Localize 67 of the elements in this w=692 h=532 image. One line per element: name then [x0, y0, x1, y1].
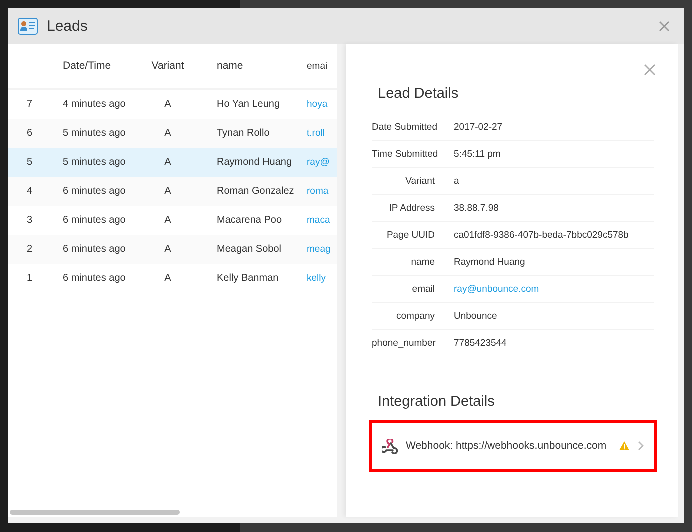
table-cell-text: 4: [26, 186, 34, 197]
table-row[interactable]: 7 4 minutes ago A Ho Yan Leung hoya: [8, 90, 337, 119]
table-cell-text: 1: [26, 273, 34, 284]
field-value: 2017-02-27: [454, 122, 504, 132]
chevron-right-icon: [638, 441, 644, 451]
table-cell-text: A: [164, 157, 172, 168]
table-row[interactable]: 2 6 minutes ago A Meagan Sobol meag: [8, 235, 337, 264]
table-cell-text: 2: [26, 244, 34, 255]
table-row[interactable]: 4 6 minutes ago A Roman Gonzalez roma: [8, 177, 337, 206]
table-cell-text: A: [164, 128, 172, 139]
field-label: name: [410, 256, 435, 268]
column-header: emai: [306, 60, 329, 72]
table-cell-text: 4 minutes ago: [63, 99, 127, 110]
field-label: phone_number: [372, 338, 435, 348]
table-cell-text: Ho Yan Leung: [216, 99, 282, 110]
column-header: name: [216, 60, 244, 72]
webhook-icon: [382, 438, 398, 454]
close-icon: [659, 21, 670, 32]
table-cell-text: A: [164, 273, 172, 284]
field-value: Unbounce: [454, 310, 498, 322]
id-card-icon: [18, 18, 38, 34]
table-cell-text: 5: [26, 157, 34, 168]
field-label: Time Submitted: [372, 148, 435, 160]
scrollbar[interactable]: [10, 510, 180, 514]
table-cell-text: 6: [26, 128, 34, 139]
table-cell-text: 6 minutes ago: [63, 244, 127, 255]
table-row[interactable]: 1 6 minutes ago A Kelly Banman kelly: [8, 264, 337, 293]
table-cell-text: Tynan Rollo: [216, 128, 271, 139]
table-cell-text: A: [164, 244, 172, 255]
integration-label: Webhook: https://webhooks.unbounce.com: [406, 440, 608, 452]
table-row[interactable]: 5 5 minutes ago A Raymond Huang ray@: [8, 148, 337, 177]
field-value: 5:45:11 pm: [454, 148, 502, 160]
table-cell-text: Meagan Sobol: [216, 244, 282, 255]
column-header: Variant: [150, 60, 186, 72]
column-header: Date/Time: [63, 60, 112, 72]
field-value: a: [454, 176, 460, 186]
table-cell-text: 7: [26, 99, 34, 110]
field-value: 38.88.7.98: [454, 202, 500, 214]
field-label: Variant: [404, 176, 435, 186]
table-cell-text: A: [164, 186, 172, 197]
section-heading: Lead Details: [378, 86, 460, 102]
integration-item[interactable]: Webhook: https://webhooks.unbounce.com: [369, 420, 657, 472]
section-heading: Integration Details: [378, 394, 496, 410]
field-label: company: [395, 310, 435, 322]
field-label: Page UUID: [386, 230, 435, 240]
table-cell-text: 3: [26, 215, 34, 226]
field-value: Raymond Huang: [454, 256, 526, 268]
table-cell-text: Raymond Huang: [216, 157, 294, 168]
window-title: Leads: [47, 18, 89, 34]
field-label: IP Address: [388, 202, 435, 214]
field-value: ca01fdf8-9386-407b-beda-7bbc029c578b: [454, 230, 630, 240]
table-cell-text: Roman Gonzalez: [216, 186, 296, 197]
table-cell-text: 5 minutes ago: [63, 157, 127, 168]
table-cell-text: A: [164, 99, 172, 110]
table-cell-text: A: [164, 215, 172, 226]
table-cell-text: Kelly Banman: [216, 273, 280, 284]
table-cell-text: Macarena Poo: [216, 215, 284, 226]
table-cell-text: 6 minutes ago: [63, 186, 127, 197]
close-icon: [644, 64, 656, 76]
table-cell-text: 6 minutes ago: [63, 273, 127, 284]
table-cell-text: 5 minutes ago: [63, 128, 127, 139]
table-cell-text: 6 minutes ago: [63, 215, 127, 226]
field-label: Date Submitted: [372, 122, 435, 132]
table-row[interactable]: 3 6 minutes ago A Macarena Poo maca: [8, 206, 337, 235]
field-label: email: [411, 284, 435, 294]
table-row[interactable]: 6 5 minutes ago A Tynan Rollo t.roll: [8, 119, 337, 148]
field-value: 7785423544: [454, 338, 508, 348]
